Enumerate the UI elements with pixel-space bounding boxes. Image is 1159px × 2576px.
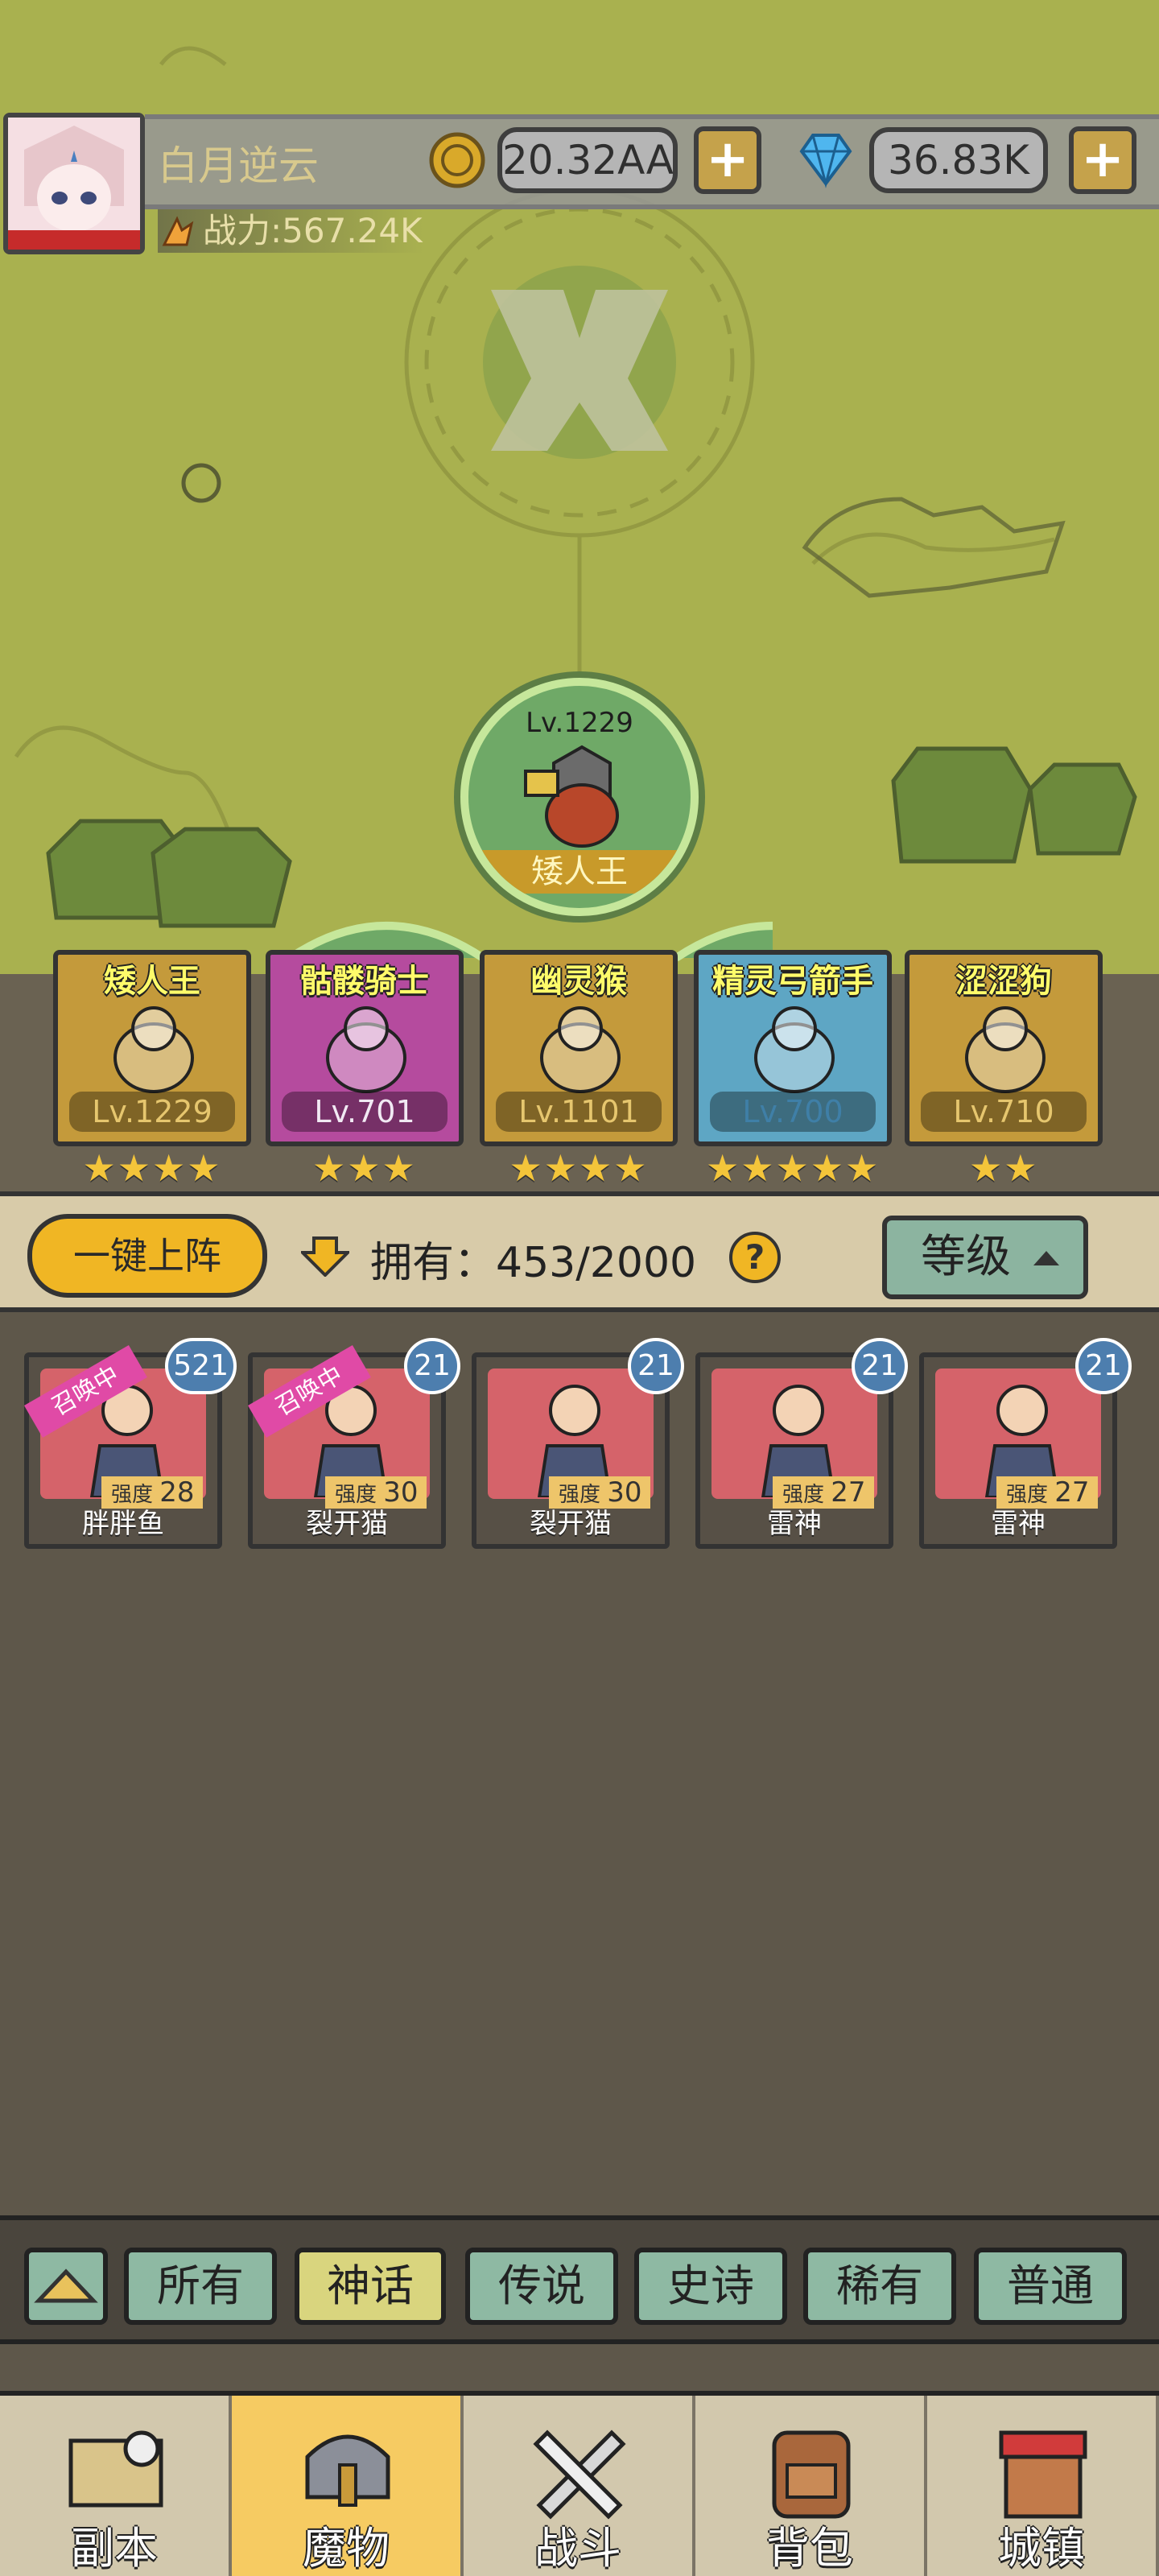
- monster-portrait-icon: [540, 1006, 621, 1093]
- swords-icon: [533, 2429, 626, 2520]
- monster-portrait-icon: [113, 1006, 194, 1093]
- monster-name: 裂开猫: [306, 1508, 388, 1540]
- nav-item[interactable]: 战斗: [464, 2396, 695, 2576]
- nav-item[interactable]: 副本: [0, 2396, 232, 2576]
- bottom-navigation: 副本 魔物 战斗 背包 城镇: [0, 2391, 1159, 2576]
- team-slot-name: 矮人王: [104, 963, 200, 1000]
- team-slot-name: 骷髅骑士: [300, 963, 429, 1000]
- crossed-swords-emblem: [483, 266, 676, 459]
- nav-label: 副本: [71, 2523, 158, 2574]
- roster-toolbar: 一键上阵 拥有：453/2000 ? 等级: [0, 1191, 1159, 1312]
- gold-coin-icon: [429, 132, 485, 188]
- map-icon: [68, 2430, 163, 2508]
- star-rating: ★★★★: [509, 1146, 649, 1190]
- monster-count-badge: 21: [404, 1338, 460, 1394]
- username: 白月逆云: [158, 142, 319, 189]
- add-gems-button[interactable]: +: [1069, 126, 1136, 194]
- monster-card[interactable]: 强度 27 雷神 21: [695, 1338, 908, 1549]
- monster-count-badge: 521: [165, 1338, 237, 1394]
- nav-item[interactable]: 城镇: [927, 2396, 1159, 2576]
- boss-name: 矮人王: [468, 850, 691, 894]
- rarity-filter-bar: 所有 神话 传说 史诗 稀有 普通: [0, 2215, 1159, 2344]
- owned-value: 453/2000: [496, 1239, 697, 1287]
- team-slot[interactable]: 涩涩狗 Lv.710: [905, 950, 1103, 1146]
- diamond-icon: [799, 134, 852, 188]
- monster-name: 裂开猫: [530, 1508, 612, 1540]
- avatar[interactable]: [3, 113, 145, 254]
- star-rating: ★★★★: [82, 1146, 222, 1190]
- shop-icon: [999, 2430, 1087, 2519]
- nav-item[interactable]: 魔物: [232, 2396, 464, 2576]
- nav-item[interactable]: 背包: [695, 2396, 927, 2576]
- chevron-up-icon: [34, 2268, 98, 2303]
- monster-card[interactable]: 强度 30 裂开猫 21: [472, 1338, 684, 1549]
- monster-portrait-icon: [965, 1006, 1046, 1093]
- arrow-down-icon: [301, 1236, 349, 1277]
- team-slot[interactable]: 精灵弓箭手 Lv.700: [694, 950, 892, 1146]
- owned-count: 拥有：453/2000: [370, 1228, 696, 1289]
- nav-label: 城镇: [998, 2523, 1085, 2574]
- filter-button[interactable]: 传说: [465, 2248, 618, 2325]
- team-slot[interactable]: 幽灵猴 Lv.1101: [480, 950, 678, 1146]
- team-slot-name: 精灵弓箭手: [712, 963, 873, 1000]
- gold-amount: 20.32AA: [497, 127, 678, 193]
- monster-card[interactable]: 强度 28 胖胖鱼 521 召唤中: [24, 1338, 237, 1549]
- collapse-button[interactable]: [24, 2248, 108, 2325]
- owned-label: 拥有：: [370, 1239, 497, 1287]
- helmet-icon: [305, 2434, 390, 2507]
- power-icon: [162, 216, 194, 246]
- team-slot-name: 涩涩狗: [955, 963, 1052, 1000]
- nav-label: 背包: [766, 2523, 853, 2574]
- monster-count-badge: 21: [852, 1338, 908, 1394]
- gem-amount: 36.83K: [869, 127, 1048, 193]
- monster-name: 雷神: [767, 1508, 822, 1540]
- monster-name: 胖胖鱼: [82, 1508, 164, 1540]
- auto-deploy-button[interactable]: 一键上阵: [27, 1214, 267, 1298]
- combat-power: 战力:567.24K: [158, 209, 423, 253]
- filter-button[interactable]: 史诗: [634, 2248, 787, 2325]
- add-gold-button[interactable]: +: [694, 126, 761, 194]
- monster-name: 雷神: [991, 1508, 1046, 1540]
- monster-portrait-icon: [754, 1006, 835, 1093]
- team-slot-level: Lv.701: [282, 1092, 448, 1132]
- monster-card[interactable]: 强度 27 雷神 21: [919, 1338, 1132, 1549]
- sort-ascending-icon: [1033, 1251, 1059, 1265]
- backpack-icon: [772, 2430, 851, 2519]
- boss-level: Lv.1229: [526, 707, 633, 739]
- filter-button[interactable]: 所有: [124, 2248, 277, 2325]
- skull-icon: [181, 463, 221, 503]
- nav-label: 战斗: [534, 2523, 621, 2574]
- sort-by-level-button[interactable]: 等级: [882, 1216, 1088, 1299]
- dwarf-king-portrait-icon: [524, 745, 619, 848]
- help-icon[interactable]: ?: [729, 1232, 781, 1283]
- team-slot-level: Lv.1229: [69, 1092, 235, 1132]
- monster-card[interactable]: 强度 30 裂开猫 21 召唤中: [248, 1338, 460, 1549]
- team-slot[interactable]: 骷髅骑士 Lv.701: [266, 950, 464, 1146]
- team-slot-level: Lv.1101: [496, 1092, 662, 1132]
- filter-button[interactable]: 稀有: [803, 2248, 956, 2325]
- sort-label: 等级: [921, 1231, 1011, 1283]
- combat-power-text: 战力:567.24K: [203, 211, 423, 250]
- monster-count-badge: 21: [628, 1338, 684, 1394]
- filter-button[interactable]: 普通: [974, 2248, 1127, 2325]
- star-rating: ★★★★★: [706, 1146, 881, 1190]
- player-portrait-icon: [8, 118, 140, 250]
- team-slot-level: Lv.710: [921, 1092, 1087, 1132]
- team-slot[interactable]: 矮人王 Lv.1229: [53, 950, 251, 1146]
- boss-node[interactable]: Lv.1229 矮人王: [460, 678, 699, 916]
- team-slot-level: Lv.700: [710, 1092, 876, 1132]
- star-rating: ★★: [969, 1146, 1039, 1190]
- team-slot-name: 幽灵猴: [530, 963, 627, 1000]
- monster-count-badge: 21: [1075, 1338, 1132, 1394]
- monster-portrait-icon: [326, 1006, 406, 1093]
- star-rating: ★★★: [312, 1146, 417, 1190]
- filter-button[interactable]: 神话: [295, 2248, 446, 2325]
- nav-label: 魔物: [303, 2523, 390, 2574]
